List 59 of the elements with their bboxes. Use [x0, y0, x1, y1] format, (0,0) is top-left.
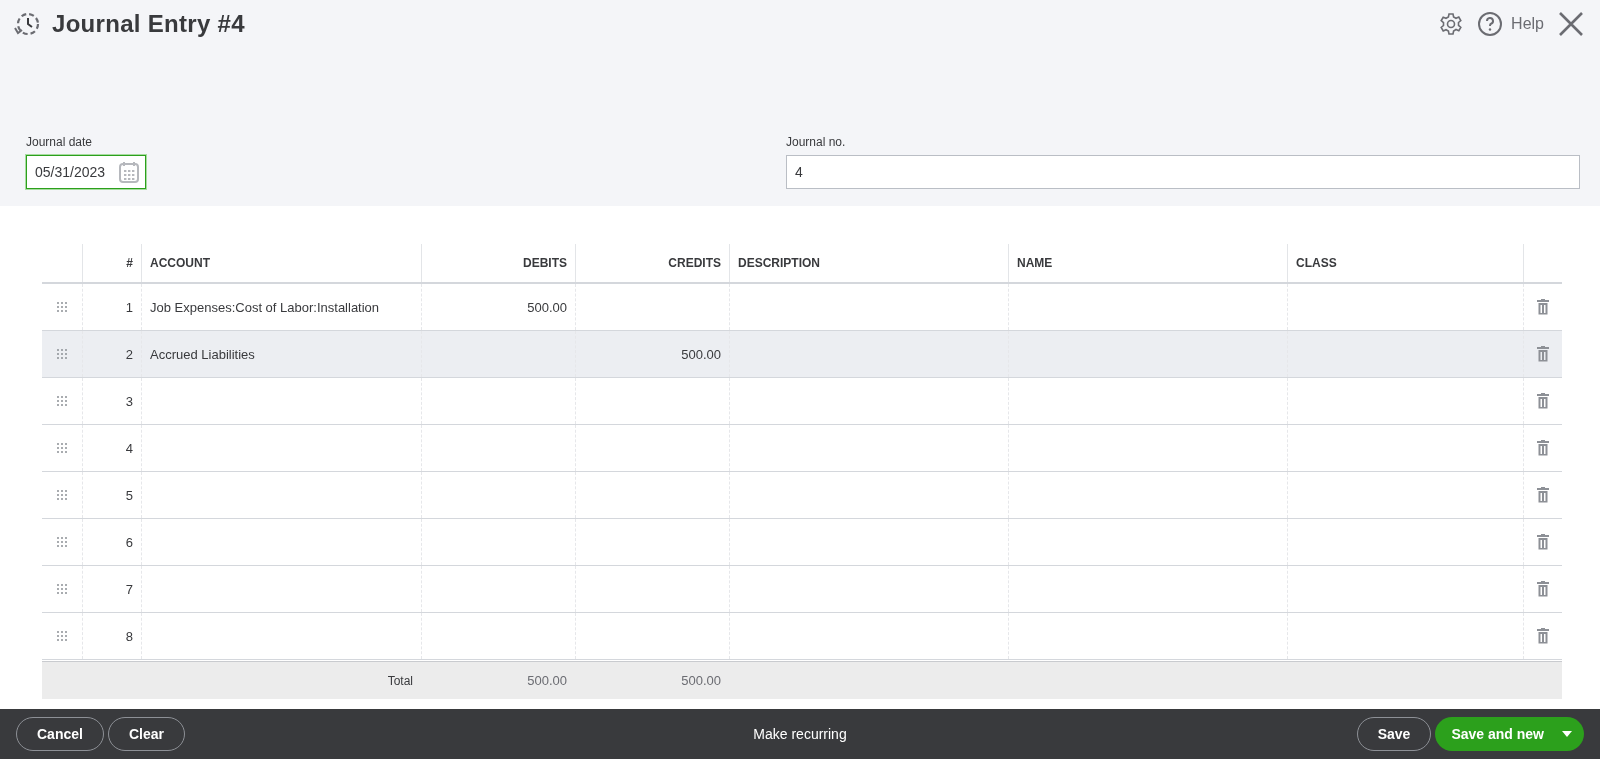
- make-recurring-link[interactable]: Make recurring: [747, 725, 853, 743]
- field-label: Journal date: [26, 135, 94, 149]
- drag-handle-icon[interactable]: [57, 490, 67, 500]
- input-field[interactable]: 4: [786, 155, 1580, 189]
- recurring-clock-icon: [14, 11, 40, 37]
- table-cell: 4: [125, 440, 133, 456]
- column-header: DESCRIPTION: [729, 244, 1008, 282]
- journal-line-row[interactable]: 3: [42, 378, 1562, 425]
- table-cell: Accrued Liabilities: [150, 346, 255, 362]
- drag-handle-icon[interactable]: [57, 631, 67, 641]
- table-cell: Job Expenses:Cost of Labor:Installation: [150, 299, 380, 315]
- table-cell: 3: [125, 393, 133, 409]
- column-header: CREDITS: [575, 244, 729, 282]
- total-credits: 500.00: [681, 673, 721, 688]
- page-title: Journal Entry #4: [52, 10, 245, 38]
- table-cell: 8: [125, 628, 133, 644]
- field-label: Journal no.: [786, 135, 847, 149]
- help-icon: [1477, 11, 1504, 37]
- close-icon[interactable]: [1558, 11, 1584, 37]
- table-cell: 7: [125, 581, 133, 597]
- total-debits: 500.00: [527, 673, 567, 688]
- trash-icon[interactable]: [1537, 628, 1549, 644]
- journal-line-row[interactable]: 1 Job Expenses:Cost of Labor:Installation 500.00: [42, 284, 1562, 331]
- journal-line-row[interactable]: 2 Accrued Liabilities 500.00: [42, 331, 1562, 378]
- settings-icon[interactable]: [1439, 12, 1464, 36]
- drag-handle-icon[interactable]: [57, 349, 67, 359]
- caret-icon[interactable]: [1562, 731, 1572, 737]
- column-header: ACCOUNT: [141, 244, 421, 282]
- journal-line-row[interactable]: 6: [42, 519, 1562, 566]
- column-header: DEBITS: [421, 244, 575, 282]
- table-cell: 6: [125, 534, 133, 550]
- drag-handle-icon[interactable]: [57, 537, 67, 547]
- table-cell: 500.00: [681, 346, 721, 362]
- trash-icon[interactable]: [1537, 299, 1549, 315]
- journal-line-row[interactable]: 5: [42, 472, 1562, 519]
- trash-icon[interactable]: [1537, 534, 1549, 550]
- table-cell: 1: [125, 299, 133, 315]
- table-cell: 5: [125, 487, 133, 503]
- column-header: CLASS: [1287, 244, 1523, 282]
- trash-icon[interactable]: [1537, 487, 1549, 503]
- trash-icon[interactable]: [1537, 581, 1549, 597]
- drag-handle-icon[interactable]: [57, 584, 67, 594]
- table-cell: 500.00: [527, 299, 567, 315]
- drag-handle-icon[interactable]: [57, 443, 67, 453]
- help-button[interactable]: Help: [1477, 11, 1544, 37]
- drag-handle-icon[interactable]: [57, 396, 67, 406]
- drag-handle-icon[interactable]: [57, 302, 67, 312]
- journal-line-row[interactable]: 7: [42, 566, 1562, 613]
- journal-line-row[interactable]: 4: [42, 425, 1562, 472]
- column-header: NAME: [1008, 244, 1287, 282]
- journal-line-row[interactable]: 8: [42, 613, 1562, 660]
- trash-icon[interactable]: [1537, 346, 1549, 362]
- table-cell: 2: [125, 346, 133, 362]
- trash-icon[interactable]: [1537, 393, 1549, 409]
- trash-icon[interactable]: [1537, 440, 1549, 456]
- calendar-icon[interactable]: [119, 161, 139, 183]
- total-label: Total: [387, 673, 413, 688]
- column-header: #: [82, 244, 141, 282]
- date-field[interactable]: 05/31/2023: [26, 155, 146, 189]
